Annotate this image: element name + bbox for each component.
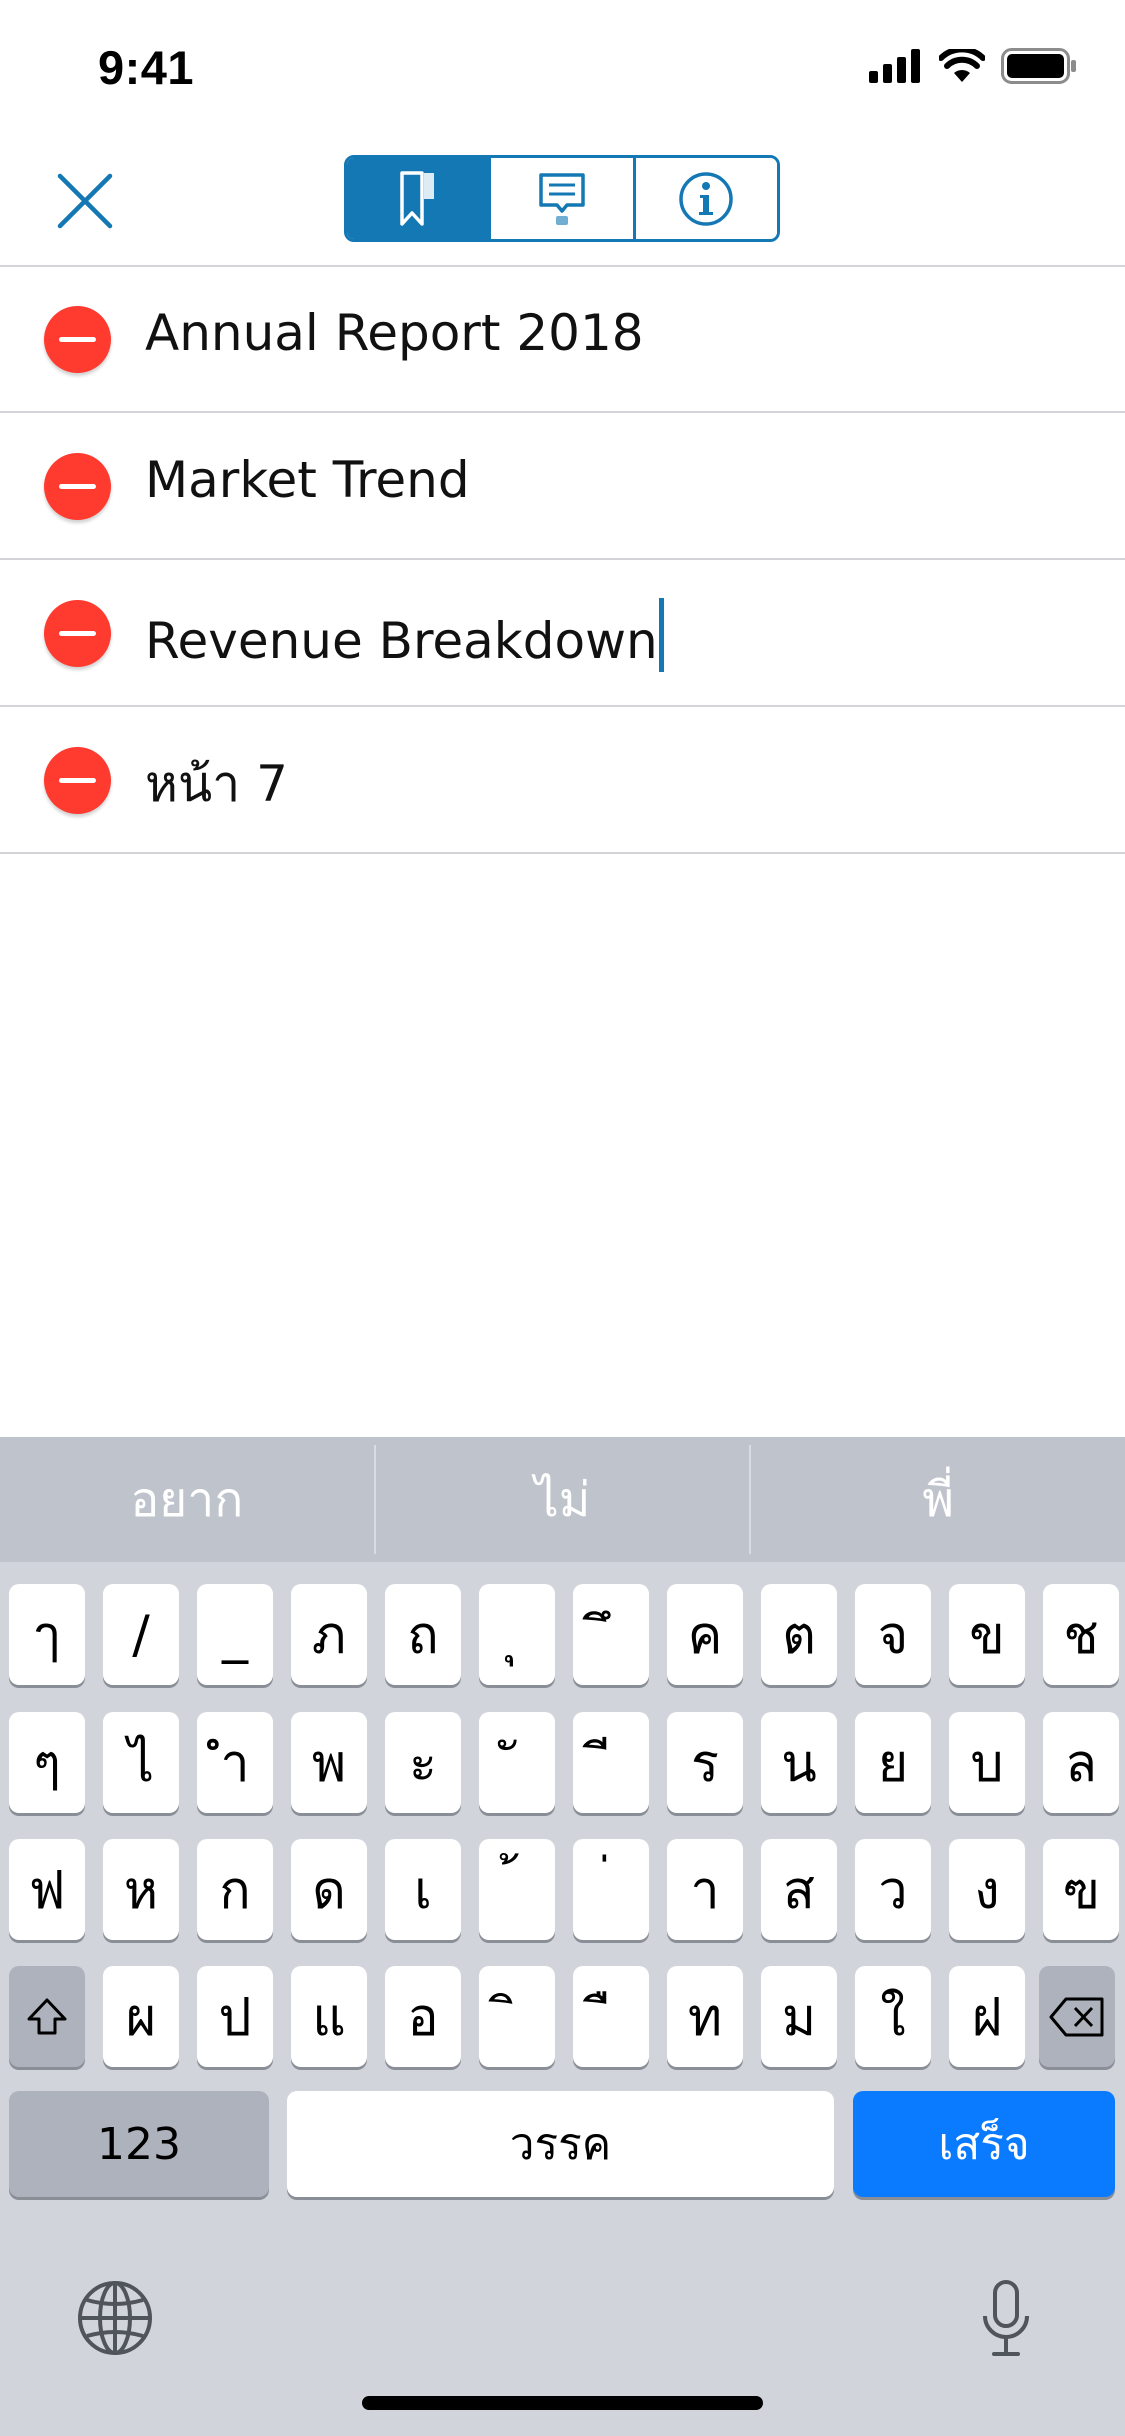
numbers-key[interactable]: 123: [9, 2091, 269, 2197]
comment-icon: [539, 172, 585, 225]
key-row4-7[interactable]: ม: [761, 1966, 837, 2067]
delete-button[interactable]: [44, 747, 111, 814]
key-row1-1[interactable]: /: [103, 1584, 179, 1685]
done-key[interactable]: เสร็จ: [853, 2091, 1115, 2197]
bookmark-title[interactable]: Annual Report 2018: [145, 304, 644, 362]
key-row3-7[interactable]: า: [667, 1839, 743, 1940]
key-row1-4[interactable]: ถ: [385, 1584, 461, 1685]
predictive-bar: อยาก ไม่ พี่: [0, 1437, 1125, 1562]
suggestion[interactable]: พี่: [751, 1437, 1125, 1562]
bookmark-title[interactable]: หน้า 7: [145, 745, 288, 824]
list-item[interactable]: Revenue Breakdown: [0, 560, 1125, 707]
segment-info[interactable]: [635, 158, 777, 239]
shift-icon: [27, 1998, 67, 2034]
key-row3-5[interactable]: ้: [479, 1839, 555, 1940]
key-row4-2[interactable]: แ: [291, 1966, 367, 2067]
bookmark-title[interactable]: Market Trend: [145, 451, 470, 509]
key-row4-1[interactable]: ป: [197, 1966, 273, 2067]
key-row1-7[interactable]: ค: [667, 1584, 743, 1685]
key-row3-4[interactable]: เ: [385, 1839, 461, 1940]
key-row2-1[interactable]: ไ: [103, 1712, 179, 1813]
delete-button[interactable]: [44, 453, 111, 520]
key-row4-9[interactable]: ฝ: [949, 1966, 1025, 2067]
key-row4-5[interactable]: ื: [573, 1966, 649, 2067]
home-indicator: [362, 2396, 763, 2410]
key-row1-6[interactable]: ึ: [573, 1584, 649, 1685]
key-row3-10[interactable]: ง: [949, 1839, 1025, 1940]
key-row3-1[interactable]: ห: [103, 1839, 179, 1940]
key-row2-7[interactable]: ร: [667, 1712, 743, 1813]
bookmark-title-text: Revenue Breakdown: [145, 612, 658, 670]
backspace-key[interactable]: [1039, 1966, 1115, 2067]
key-row1-10[interactable]: ข: [949, 1584, 1025, 1685]
microphone-icon: [983, 2280, 1029, 2356]
segment-bookmarks[interactable]: [347, 158, 492, 239]
key-row1-11[interactable]: ช: [1043, 1584, 1119, 1685]
status-time: 9:41: [98, 41, 195, 94]
close-button[interactable]: [52, 168, 118, 234]
delete-button[interactable]: [44, 600, 111, 667]
key-row4-0[interactable]: ผ: [103, 1966, 179, 2067]
delete-button[interactable]: [44, 306, 111, 373]
wifi-icon: [939, 49, 985, 82]
list-item[interactable]: Annual Report 2018: [0, 266, 1125, 413]
segment-comments[interactable]: [491, 158, 636, 239]
bookmark-title-field[interactable]: Revenue Breakdown: [145, 598, 664, 672]
close-x-icon: [57, 173, 113, 229]
bookmark-icon: [399, 170, 434, 226]
key-row1-8[interactable]: ต: [761, 1584, 837, 1685]
text-cursor: [658, 598, 664, 672]
view-segmented-control: [344, 155, 780, 242]
key-row3-2[interactable]: ก: [197, 1839, 273, 1940]
key-row3-11[interactable]: ฃ: [1043, 1839, 1119, 1940]
suggestion[interactable]: ไม่: [376, 1437, 750, 1562]
bookmark-list: Annual Report 2018 Market Trend Revenue …: [0, 266, 1125, 854]
backspace-icon: [1049, 1997, 1104, 2036]
key-row2-0[interactable]: ๆ: [9, 1712, 85, 1813]
key-row4-6[interactable]: ท: [667, 1966, 743, 2067]
key-row2-4[interactable]: ะ: [385, 1712, 461, 1813]
key-row1-3[interactable]: ภ: [291, 1584, 367, 1685]
key-row1-5[interactable]: ุ: [479, 1584, 555, 1685]
key-row3-8[interactable]: ส: [761, 1839, 837, 1940]
key-row3-9[interactable]: ว: [855, 1839, 931, 1940]
key-row3-0[interactable]: ฟ: [9, 1839, 85, 1940]
key-row2-5[interactable]: ั: [479, 1712, 555, 1813]
shift-key[interactable]: [9, 1966, 85, 2067]
key-row2-2[interactable]: ำ: [197, 1712, 273, 1813]
list-item[interactable]: Market Trend: [0, 413, 1125, 560]
key-row2-8[interactable]: น: [761, 1712, 837, 1813]
key-row2-3[interactable]: พ: [291, 1712, 367, 1813]
key-row2-11[interactable]: ล: [1043, 1712, 1119, 1813]
key-row4-4[interactable]: ิ: [479, 1966, 555, 2067]
key-row1-2[interactable]: _: [197, 1584, 273, 1685]
suggestion[interactable]: อยาก: [0, 1437, 374, 1562]
info-icon: [679, 171, 734, 226]
key-row3-6[interactable]: ่: [573, 1839, 649, 1940]
key-row1-9[interactable]: จ: [855, 1584, 931, 1685]
key-row4-8[interactable]: ใ: [855, 1966, 931, 2067]
status-icons: [869, 48, 1077, 84]
key-row2-10[interactable]: บ: [949, 1712, 1025, 1813]
key-row1-0[interactable]: ๅ: [9, 1584, 85, 1685]
battery-icon: [1001, 48, 1076, 84]
space-key[interactable]: วรรค: [287, 2091, 834, 2197]
dictation-button[interactable]: [980, 2278, 1032, 2362]
cellular-signal-icon: [869, 49, 920, 83]
globe-button[interactable]: [75, 2278, 155, 2358]
list-item[interactable]: หน้า 7: [0, 707, 1125, 854]
globe-icon: [78, 2281, 152, 2355]
key-row2-9[interactable]: ย: [855, 1712, 931, 1813]
key-row2-6[interactable]: ี: [573, 1712, 649, 1813]
key-row3-3[interactable]: ด: [291, 1839, 367, 1940]
key-row4-3[interactable]: อ: [385, 1966, 461, 2067]
